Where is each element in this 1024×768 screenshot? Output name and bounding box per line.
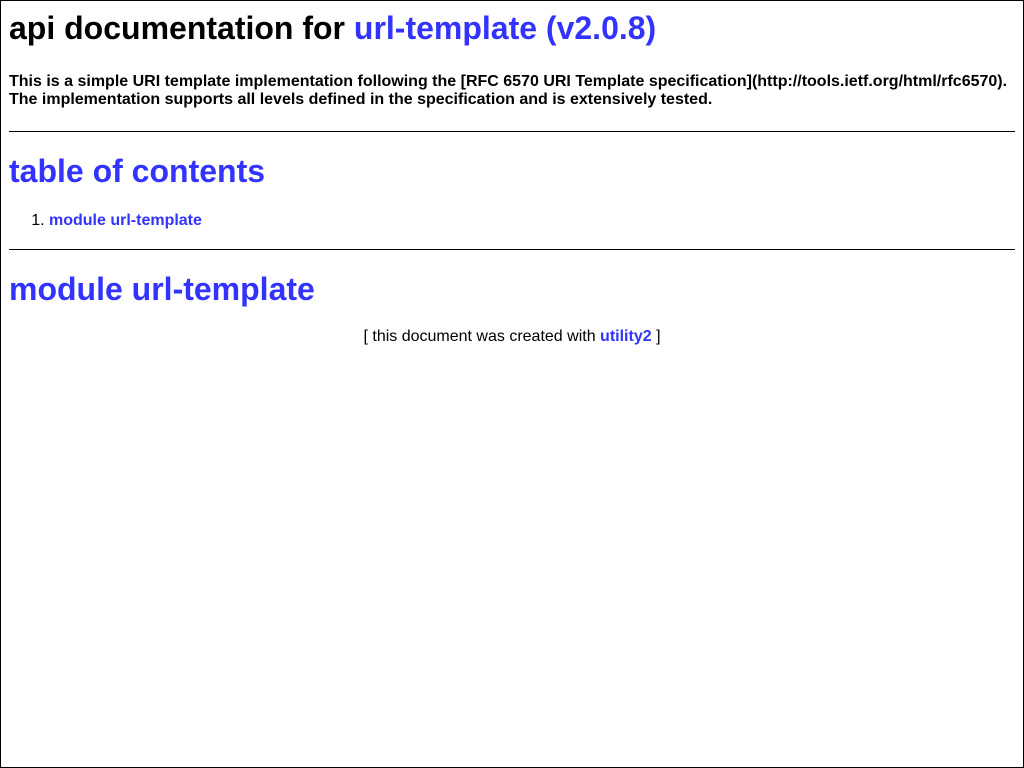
- title-prefix: api documentation for: [9, 10, 345, 46]
- description-line: This is a simple URI template implementa…: [9, 73, 1008, 90]
- footer-suffix: ]: [656, 328, 661, 345]
- toc-heading: table of contents: [9, 153, 266, 189]
- footer-prefix: [ this document was created with: [363, 328, 596, 345]
- divider: [9, 249, 1015, 250]
- footer-credit: [ this document was created with utility…: [9, 328, 1015, 346]
- page-content: api documentation for url-template (v2.0…: [1, 9, 1023, 346]
- package-link[interactable]: url-template (v2.0.8): [354, 10, 656, 46]
- page-title: api documentation for url-template (v2.0…: [9, 9, 1015, 47]
- package-description: This is a simple URI template implementa…: [9, 73, 1015, 109]
- description-line: The implementation supports all levels d…: [9, 91, 713, 108]
- toc-item: module url-template: [49, 212, 1015, 230]
- divider: [9, 131, 1015, 132]
- toc-list: module url-template: [9, 212, 1015, 230]
- utility2-link[interactable]: utility2: [600, 328, 652, 345]
- module-heading: module url-template: [9, 271, 315, 307]
- toc-link-module-url-template[interactable]: module url-template: [49, 212, 202, 229]
